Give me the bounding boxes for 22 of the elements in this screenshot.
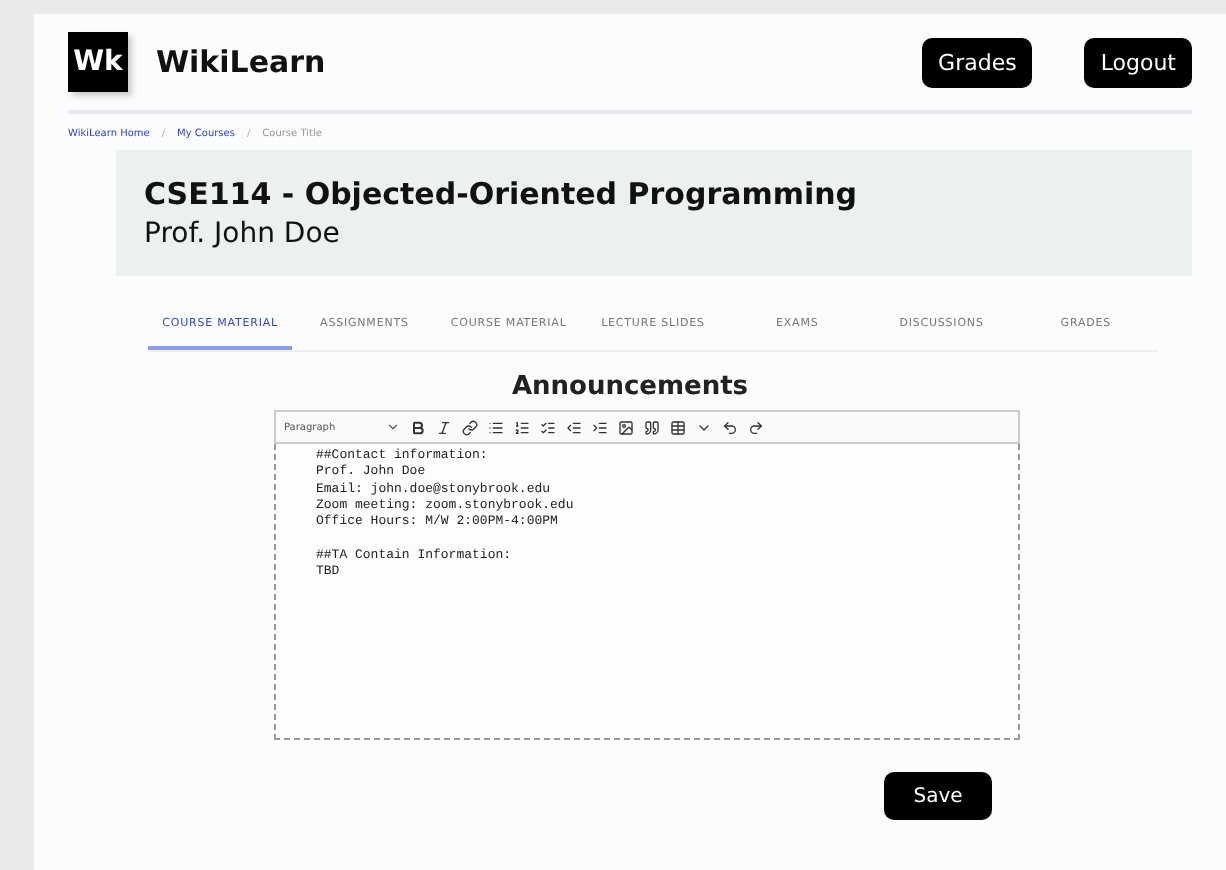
undo-icon[interactable] [722,419,738,435]
instructor-name: Prof. John Doe [144,218,342,250]
course-title: CSE114 - Objected-Oriented Programming [144,176,860,212]
table-icon[interactable] [670,419,686,435]
indent-icon[interactable] [592,419,608,435]
image-icon[interactable] [618,419,634,435]
save-button[interactable]: Save [884,772,992,820]
outdent-icon[interactable] [566,419,582,435]
italic-icon[interactable] [436,419,452,435]
checklist-icon[interactable] [540,419,556,435]
caret-icon [386,420,400,434]
numbered-list-icon[interactable] [514,419,530,435]
quote-icon[interactable] [644,419,660,435]
bold-icon[interactable] [410,419,426,435]
bulleted-list-icon[interactable] [488,419,504,435]
section-heading: Announcements [509,372,751,402]
brand-name: WikiLearn [156,44,326,80]
logo: Wk [68,32,128,92]
nav-button[interactable]: Grades [922,37,1033,87]
link-icon[interactable] [462,419,478,435]
nav-button[interactable]: Logout [1084,37,1192,87]
redo-icon[interactable] [748,419,764,435]
